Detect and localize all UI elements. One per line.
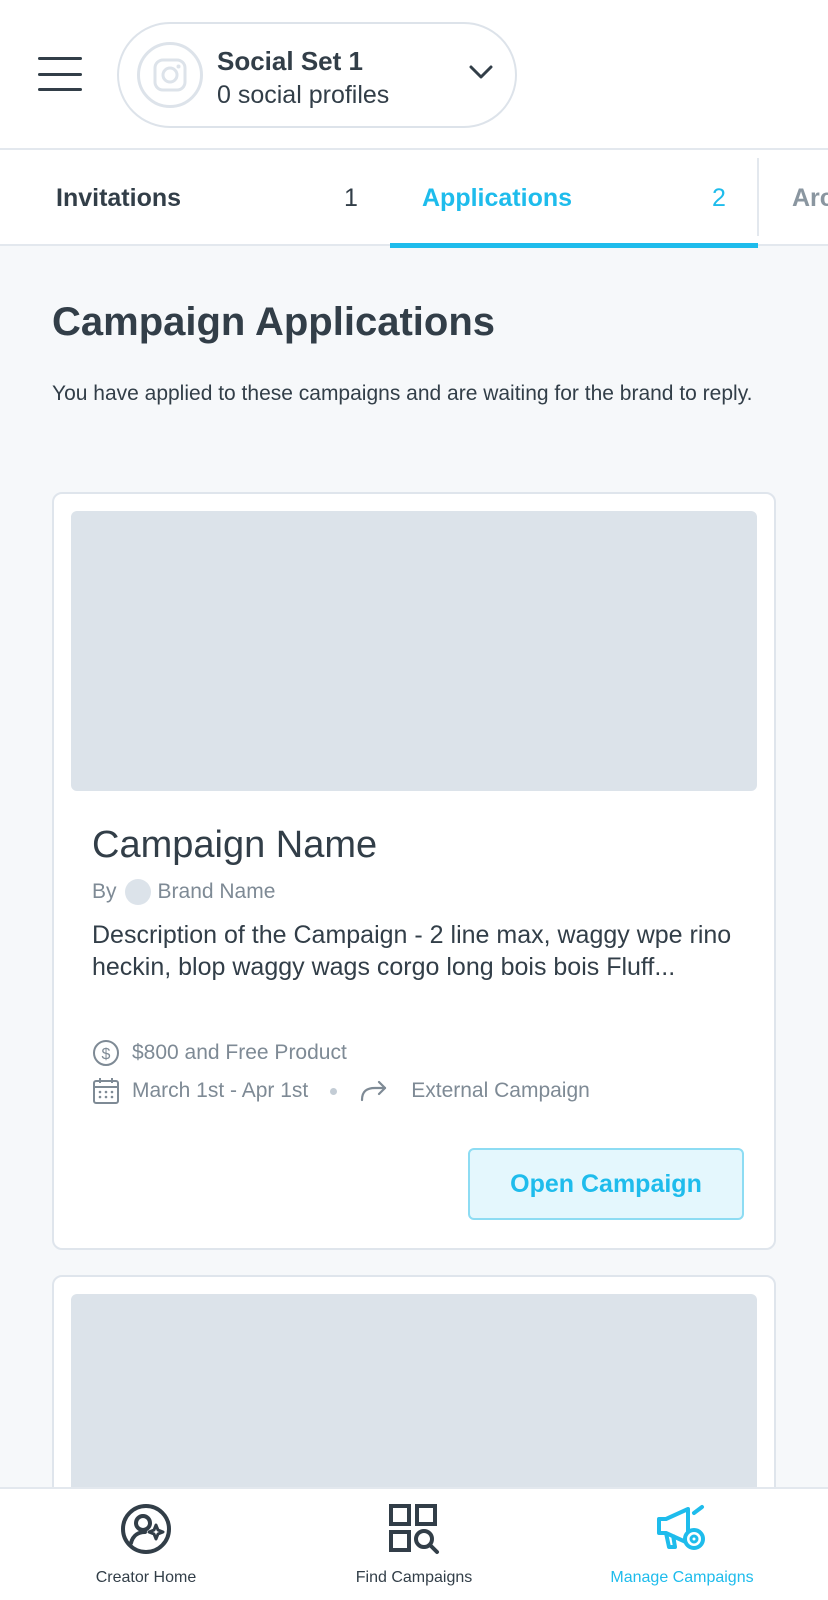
by-label: By xyxy=(92,880,117,903)
nav-find-campaigns[interactable]: Find Campaigns xyxy=(324,1489,504,1600)
separator-dot xyxy=(330,1087,338,1095)
app-root: Social Set 1 0 social profiles Invitatio… xyxy=(0,0,828,1600)
creator-home-icon xyxy=(121,1504,171,1554)
tab-divider xyxy=(757,158,759,236)
page-title: Campaign Applications xyxy=(52,300,496,344)
tab-count: 2 xyxy=(712,184,726,212)
schedule-row: March 1st - Apr 1st External Campaign xyxy=(92,1077,590,1105)
nav-label: Find Campaigns xyxy=(355,1569,473,1586)
campaign-type: External Campaign xyxy=(411,1079,590,1102)
open-campaign-button[interactable]: Open Campaign xyxy=(468,1148,744,1220)
campaign-description: Description of the Campaign - 2 line max… xyxy=(92,921,732,981)
calendar-icon xyxy=(93,1078,119,1104)
campaign-name: Campaign Name xyxy=(92,824,378,866)
nav-manage-campaigns[interactable]: Manage Campaigns xyxy=(592,1489,772,1600)
tab-invitations[interactable]: Invitations 1 xyxy=(0,150,390,246)
social-profiles-count: 0 social profiles xyxy=(217,81,390,109)
hamburger-menu-icon[interactable] xyxy=(38,57,82,91)
manage-campaigns-icon xyxy=(657,1505,705,1550)
top-header: Social Set 1 0 social profiles xyxy=(0,0,828,150)
campaign-card: Campaign Name By Brand Name Description … xyxy=(52,492,776,1250)
campaign-dates: March 1st - Apr 1st xyxy=(132,1079,309,1102)
tab-count: 1 xyxy=(344,184,358,212)
tab-label: Applications xyxy=(422,184,573,212)
compensation-text: $800 and Free Product xyxy=(132,1041,347,1064)
active-tab-indicator xyxy=(390,243,758,248)
nav-creator-home[interactable]: Creator Home xyxy=(56,1489,236,1600)
share-arrow-icon xyxy=(361,1080,387,1102)
campaign-image-placeholder xyxy=(71,511,757,791)
tab-applications[interactable]: Applications 2 xyxy=(390,150,758,248)
nav-label: Creator Home xyxy=(95,1569,197,1586)
svg-text:$: $ xyxy=(102,1046,111,1063)
compensation-row: $ $800 and Free Product xyxy=(92,1039,347,1067)
dollar-icon: $ xyxy=(93,1040,119,1066)
social-set-name: Social Set 1 xyxy=(217,46,363,76)
brand-name[interactable]: Brand Name xyxy=(158,880,276,904)
chevron-down-icon[interactable] xyxy=(469,64,493,85)
page-description: You have applied to these campaigns and … xyxy=(52,382,753,405)
find-campaigns-icon xyxy=(389,1504,439,1554)
brand-avatar xyxy=(124,879,151,905)
tab-archived[interactable]: Arc xyxy=(760,150,828,246)
instagram-icon xyxy=(137,42,203,108)
social-set-switcher[interactable]: Social Set 1 0 social profiles xyxy=(117,22,517,128)
brand-byline: By Brand Name xyxy=(92,879,275,905)
campaign-tabs: Invitations 1 Applications 2 Arc xyxy=(0,150,828,248)
bottom-navigation: Creator Home Find Campaigns Manage Campa… xyxy=(0,1487,828,1600)
nav-label: Manage Campaigns xyxy=(610,1569,754,1586)
tab-label: Arc xyxy=(792,184,828,212)
tab-label: Invitations xyxy=(56,184,182,212)
